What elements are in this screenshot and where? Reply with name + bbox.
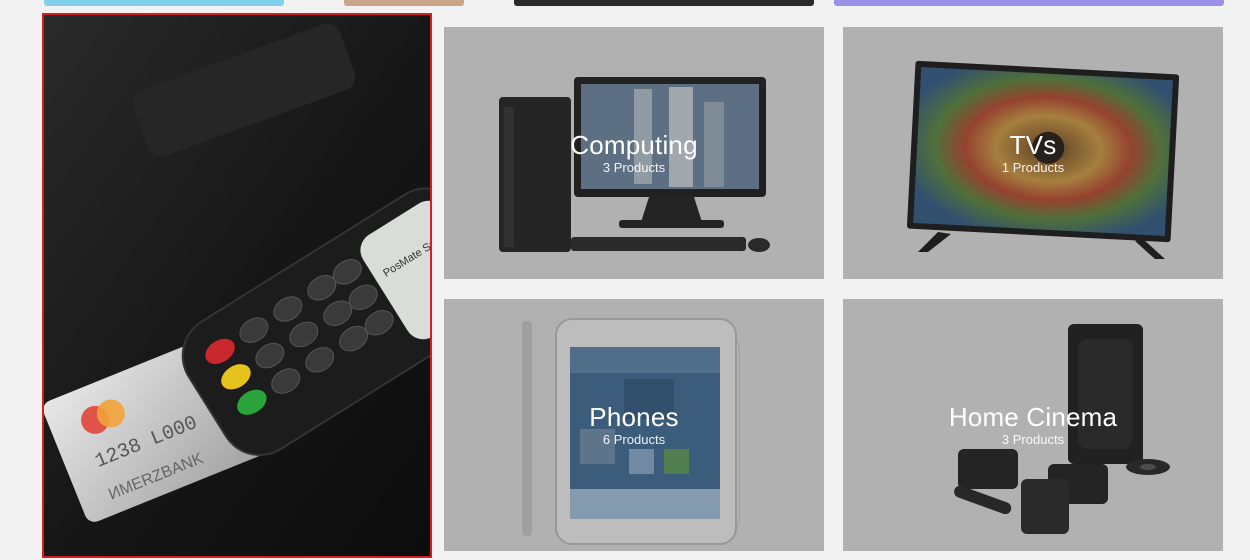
product-count: 6 Products bbox=[602, 432, 666, 447]
category-title: TVs bbox=[1009, 130, 1057, 160]
promo-tile-card-terminal[interactable]: 1238 L000 ИМЕRZBANK PosMate Smart bbox=[42, 13, 432, 558]
tile-caption: Phones 6 Products bbox=[444, 402, 824, 448]
product-count: 1 Products bbox=[1001, 160, 1065, 175]
category-tile-phones[interactable]: Phones 6 Products bbox=[444, 299, 824, 551]
previous-banner-strip bbox=[44, 0, 1224, 8]
tile-caption: Computing 3 Products bbox=[444, 130, 824, 176]
tile-caption: TVs 1 Products bbox=[843, 130, 1223, 176]
banner-segment bbox=[834, 0, 1224, 6]
banner-segment bbox=[344, 0, 464, 6]
category-tile-tvs[interactable]: TVs 1 Products bbox=[843, 27, 1223, 279]
card-terminal-image: 1238 L000 ИМЕRZBANK PosMate Smart bbox=[44, 15, 430, 556]
category-title: Computing bbox=[570, 130, 698, 160]
product-count: 3 Products bbox=[602, 160, 666, 175]
category-title: Home Cinema bbox=[948, 402, 1118, 432]
tile-caption: Home Cinema 3 Products bbox=[843, 402, 1223, 448]
product-count: 3 Products bbox=[1001, 432, 1065, 447]
category-title: Phones bbox=[589, 402, 679, 432]
banner-segment bbox=[44, 0, 284, 6]
banner-segment bbox=[514, 0, 814, 6]
category-tile-computing[interactable]: Computing 3 Products bbox=[444, 27, 824, 279]
category-tile-home-cinema[interactable]: Home Cinema 3 Products bbox=[843, 299, 1223, 551]
